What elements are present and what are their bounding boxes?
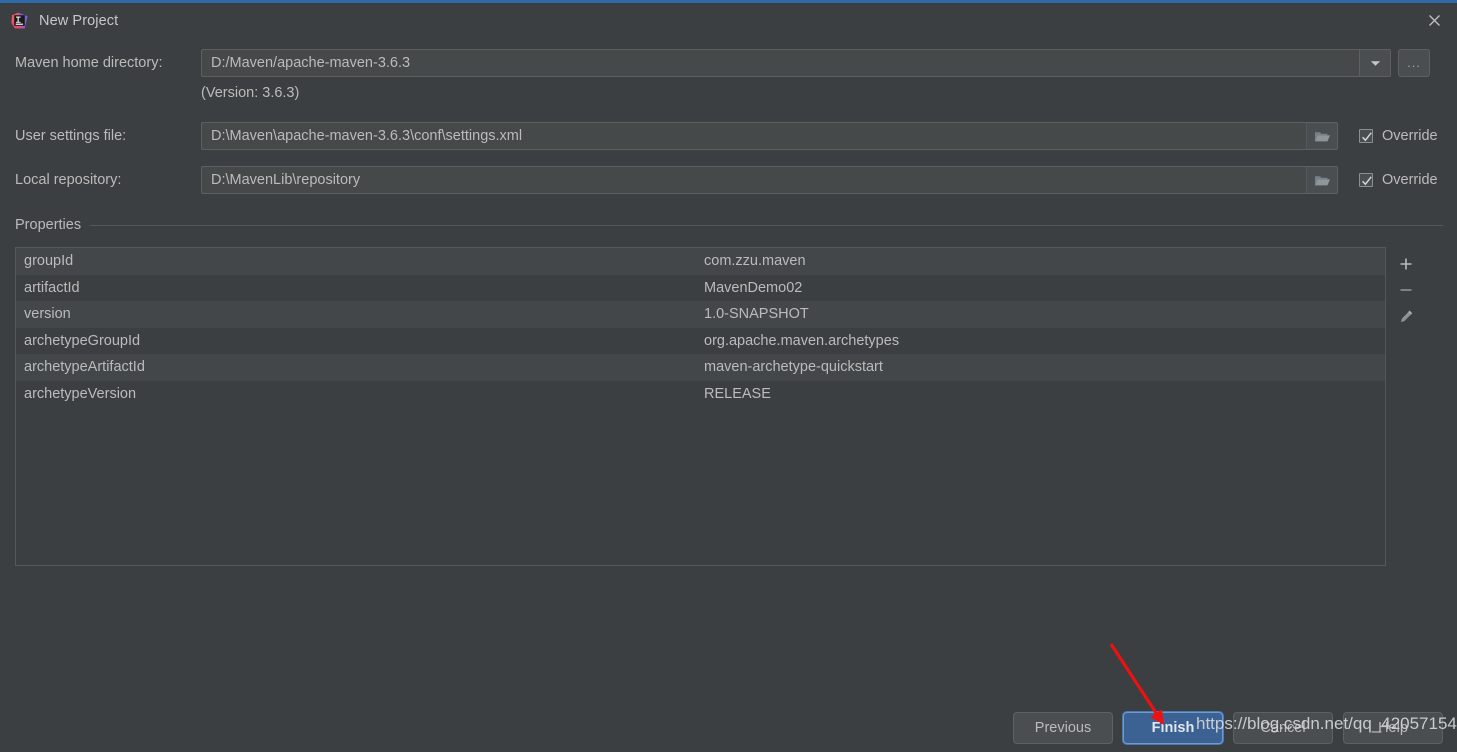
property-key: archetypeGroupId — [24, 332, 141, 349]
checkmark-icon — [1362, 176, 1372, 186]
property-value: maven-archetype-quickstart — [704, 359, 883, 376]
chevron-down-icon[interactable] — [1359, 50, 1390, 76]
window-title: New Project — [39, 12, 119, 29]
maven-version-row: (Version: 3.6.3) — [15, 85, 1443, 101]
table-row[interactable]: version 1.0-SNAPSHOT — [16, 301, 1385, 328]
property-key: artifactId — [24, 279, 80, 296]
property-value: 1.0-SNAPSHOT — [704, 306, 809, 323]
checkbox-box — [1359, 129, 1373, 143]
previous-button[interactable]: Previous — [1013, 712, 1113, 744]
table-row[interactable]: artifactId MavenDemo02 — [16, 274, 1385, 301]
user-settings-input[interactable]: D:\Maven\apache-maven-3.6.3\conf\setting… — [201, 122, 1338, 150]
pencil-icon[interactable] — [1392, 303, 1420, 329]
property-key: archetypeVersion — [24, 385, 137, 402]
folder-icon[interactable] — [1306, 167, 1337, 193]
property-value: org.apache.maven.archetypes — [704, 332, 900, 349]
local-repository-override-checkbox[interactable]: Override — [1359, 172, 1438, 188]
maven-home-browse-label: ... — [1407, 55, 1421, 70]
property-key: version — [24, 306, 71, 323]
table-row[interactable]: archetypeGroupId org.apache.maven.archety… — [16, 327, 1385, 354]
folder-icon[interactable] — [1306, 123, 1337, 149]
help-button[interactable]: Help — [1343, 712, 1443, 744]
maven-home-combobox[interactable]: D:/Maven/apache-maven-3.6.3 — [201, 49, 1391, 77]
dialog-content: Maven home directory: D:/Maven/apache-ma… — [0, 38, 1457, 752]
user-settings-override-checkbox[interactable]: Override — [1359, 128, 1438, 144]
property-value: MavenDemo02 — [704, 279, 803, 296]
table-row[interactable]: archetypeVersion RELEASE — [16, 380, 1385, 407]
intellij-idea-logo-icon — [11, 12, 28, 29]
dialog-footer: Previous Finish Cancel Help — [1003, 712, 1443, 744]
local-repository-override-label: Override — [1382, 172, 1438, 188]
user-settings-override-label: Override — [1382, 128, 1438, 144]
maven-home-label: Maven home directory: — [15, 55, 163, 71]
maven-home-browse-button[interactable]: ... — [1398, 49, 1430, 77]
plus-icon[interactable] — [1392, 251, 1420, 277]
properties-table-area: groupId com.zzu.maven artifactId MavenDemo0… — [15, 247, 1443, 566]
cancel-button[interactable]: Cancel — [1233, 712, 1333, 744]
property-key: groupId — [24, 253, 74, 270]
title-bar: New Project — [0, 3, 1457, 38]
table-row[interactable]: archetypeArtifactId maven-archetype-quick… — [16, 354, 1385, 381]
local-repository-label: Local repository: — [15, 172, 122, 188]
table-row[interactable]: groupId com.zzu.maven — [16, 248, 1385, 275]
maven-home-row: Maven home directory: D:/Maven/apache-ma… — [15, 49, 1443, 77]
local-repository-row: Local repository: D:\MavenLib\repository… — [15, 166, 1443, 194]
group-separator — [90, 224, 1443, 226]
property-value: RELEASE — [704, 385, 771, 402]
local-repository-input[interactable]: D:\MavenLib\repository — [201, 166, 1338, 194]
properties-group-title: Properties — [15, 217, 82, 233]
properties-table[interactable]: groupId com.zzu.maven artifactId MavenDemo0… — [15, 247, 1386, 566]
user-settings-row: User settings file: D:\Maven\apache-mave… — [15, 122, 1443, 150]
close-icon[interactable] — [1411, 3, 1457, 38]
properties-group: Properties groupId com.zzu.maven artifactI… — [15, 216, 1443, 566]
property-value: com.zzu.maven — [704, 253, 806, 270]
finish-button[interactable]: Finish — [1123, 712, 1223, 744]
minus-icon[interactable] — [1392, 277, 1420, 303]
new-project-dialog: New Project Maven home directory: D:/Mav… — [0, 0, 1457, 752]
maven-home-value: D:/Maven/apache-maven-3.6.3 — [211, 55, 411, 71]
user-settings-value: D:\Maven\apache-maven-3.6.3\conf\setting… — [211, 128, 523, 144]
user-settings-label: User settings file: — [15, 128, 127, 144]
local-repository-value: D:\MavenLib\repository — [211, 172, 361, 188]
property-key: archetypeArtifactId — [24, 359, 145, 376]
properties-table-toolbar — [1386, 247, 1426, 566]
maven-version-note: (Version: 3.6.3) — [201, 85, 300, 101]
properties-group-header: Properties — [15, 216, 1443, 234]
checkbox-box — [1359, 173, 1373, 187]
checkmark-icon — [1362, 132, 1372, 142]
